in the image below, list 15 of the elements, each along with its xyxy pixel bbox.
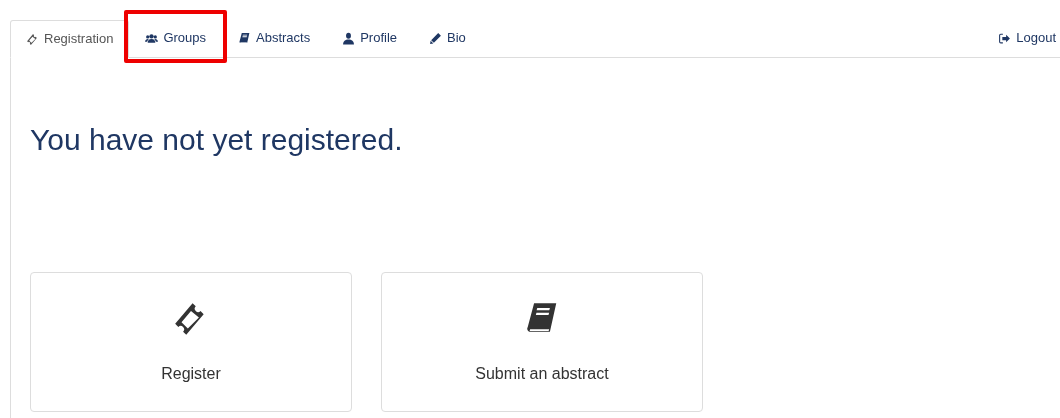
book-icon xyxy=(238,31,251,45)
nav-tab[interactable]: Groups xyxy=(129,19,222,57)
logout-link[interactable]: Logout xyxy=(998,19,1060,57)
action-card[interactable]: Register xyxy=(30,272,352,412)
nav-tab[interactable]: Profile xyxy=(326,19,414,57)
nav-tab[interactable]: Registration xyxy=(10,20,130,58)
users-icon xyxy=(145,31,159,45)
nav-tab[interactable]: Bio xyxy=(413,19,482,57)
ticket-icon xyxy=(26,32,39,46)
pencil-icon xyxy=(429,31,443,45)
page-heading: You have not yet registered. xyxy=(30,122,403,158)
nav-tab[interactable]: Abstracts xyxy=(222,19,327,57)
action-card[interactable]: Submit an abstract xyxy=(381,272,703,412)
sign-out-icon xyxy=(998,31,1012,45)
user-icon xyxy=(342,31,356,45)
